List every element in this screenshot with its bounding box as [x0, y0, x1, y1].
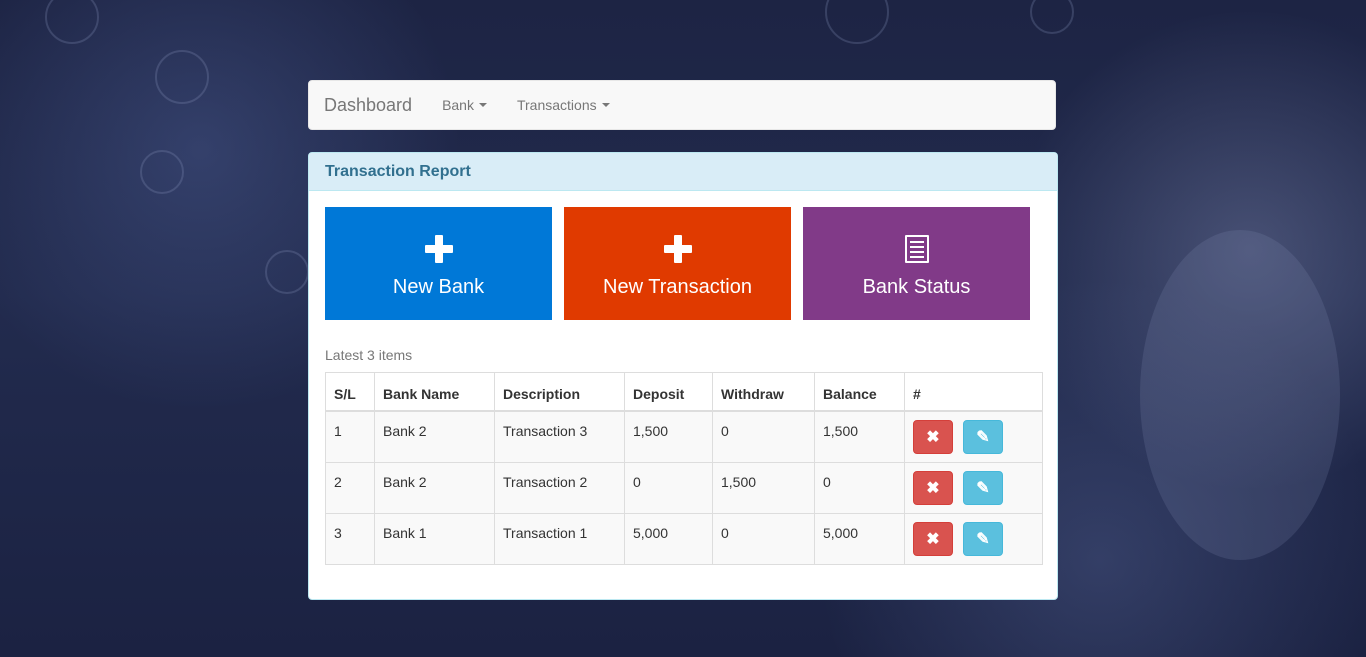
times-icon: ✖ [926, 429, 940, 446]
pencil-icon: ✎ [976, 531, 990, 548]
bank-status-tile[interactable]: Bank Status [803, 207, 1030, 320]
cell-actions: ✖ ✎ [904, 513, 1043, 565]
edit-button[interactable]: ✎ [962, 420, 1003, 454]
cell-balance: 1,500 [814, 410, 905, 463]
action-tiles: New Bank New Transaction Bank Status [325, 207, 1042, 320]
bank-menu-label: Bank [442, 97, 474, 113]
edit-button[interactable]: ✎ [962, 522, 1003, 556]
new-bank-label: New Bank [392, 276, 485, 298]
column-header-description: Description [494, 372, 625, 412]
bank-status-label: Bank Status [862, 276, 971, 298]
delete-button[interactable]: ✖ [913, 522, 953, 556]
table-row: 1 Bank 2 Transaction 3 1,500 0 1,500 ✖ ✎ [325, 410, 1043, 463]
cell-bank-name: Bank 2 [374, 410, 495, 463]
cell-withdraw: 0 [712, 410, 815, 463]
background-decoration [155, 50, 209, 104]
background-decoration [825, 0, 889, 44]
cell-balance: 5,000 [814, 513, 905, 565]
new-transaction-label: New Transaction [603, 276, 752, 298]
cell-bank-name: Bank 1 [374, 513, 495, 565]
cell-description: Transaction 2 [494, 462, 625, 514]
transactions-menu[interactable]: Transactions [502, 97, 625, 113]
bank-menu[interactable]: Bank [427, 97, 502, 113]
caret-down-icon [478, 103, 487, 107]
column-header-sl: S/L [325, 372, 375, 412]
cell-deposit: 1,500 [624, 410, 713, 463]
cell-actions: ✖ ✎ [904, 410, 1043, 463]
delete-button[interactable]: ✖ [913, 471, 953, 505]
plus-icon [424, 234, 453, 264]
cell-withdraw: 0 [712, 513, 815, 565]
delete-button[interactable]: ✖ [913, 420, 953, 454]
cell-deposit: 0 [624, 462, 713, 514]
dashboard-brand-link[interactable]: Dashboard [309, 95, 427, 116]
edit-button[interactable]: ✎ [962, 471, 1003, 505]
transactions-menu-label: Transactions [516, 97, 597, 113]
list-icon [904, 234, 929, 264]
column-header-bank-name: Bank Name [374, 372, 495, 412]
background-decoration [140, 150, 184, 194]
top-navbar: Dashboard Bank Transactions [308, 80, 1056, 130]
background-decoration [1140, 230, 1340, 560]
new-bank-tile[interactable]: New Bank [325, 207, 552, 320]
cell-sl: 2 [325, 462, 375, 514]
cell-sl: 3 [325, 513, 375, 565]
plus-icon [663, 234, 692, 264]
panel-title: Transaction Report [309, 153, 1057, 191]
new-transaction-tile[interactable]: New Transaction [564, 207, 791, 320]
column-header-deposit: Deposit [624, 372, 713, 412]
column-header-actions: # [904, 372, 1043, 412]
cell-balance: 0 [814, 462, 905, 514]
cell-description: Transaction 3 [494, 410, 625, 463]
table-row: 2 Bank 2 Transaction 2 0 1,500 0 ✖ ✎ [325, 462, 1043, 514]
transaction-report-panel: Transaction Report New Bank New Transact… [308, 152, 1058, 600]
column-header-balance: Balance [814, 372, 905, 412]
cell-sl: 1 [325, 410, 375, 463]
background-decoration [1030, 0, 1074, 34]
cell-deposit: 5,000 [624, 513, 713, 565]
cell-description: Transaction 1 [494, 513, 625, 565]
background-decoration [265, 250, 309, 294]
cell-actions: ✖ ✎ [904, 462, 1043, 514]
caret-down-icon [601, 103, 610, 107]
times-icon: ✖ [926, 531, 940, 548]
table-header-row: S/L Bank Name Description Deposit Withdr… [325, 372, 1043, 412]
transactions-table: S/L Bank Name Description Deposit Withdr… [325, 372, 1043, 565]
table-row: 3 Bank 1 Transaction 1 5,000 0 5,000 ✖ ✎ [325, 513, 1043, 565]
pencil-icon: ✎ [976, 429, 990, 446]
times-icon: ✖ [926, 480, 940, 497]
background-decoration [45, 0, 99, 44]
cell-withdraw: 1,500 [712, 462, 815, 514]
latest-items-caption: Latest 3 items [325, 347, 413, 363]
pencil-icon: ✎ [976, 480, 990, 497]
column-header-withdraw: Withdraw [712, 372, 815, 412]
cell-bank-name: Bank 2 [374, 462, 495, 514]
